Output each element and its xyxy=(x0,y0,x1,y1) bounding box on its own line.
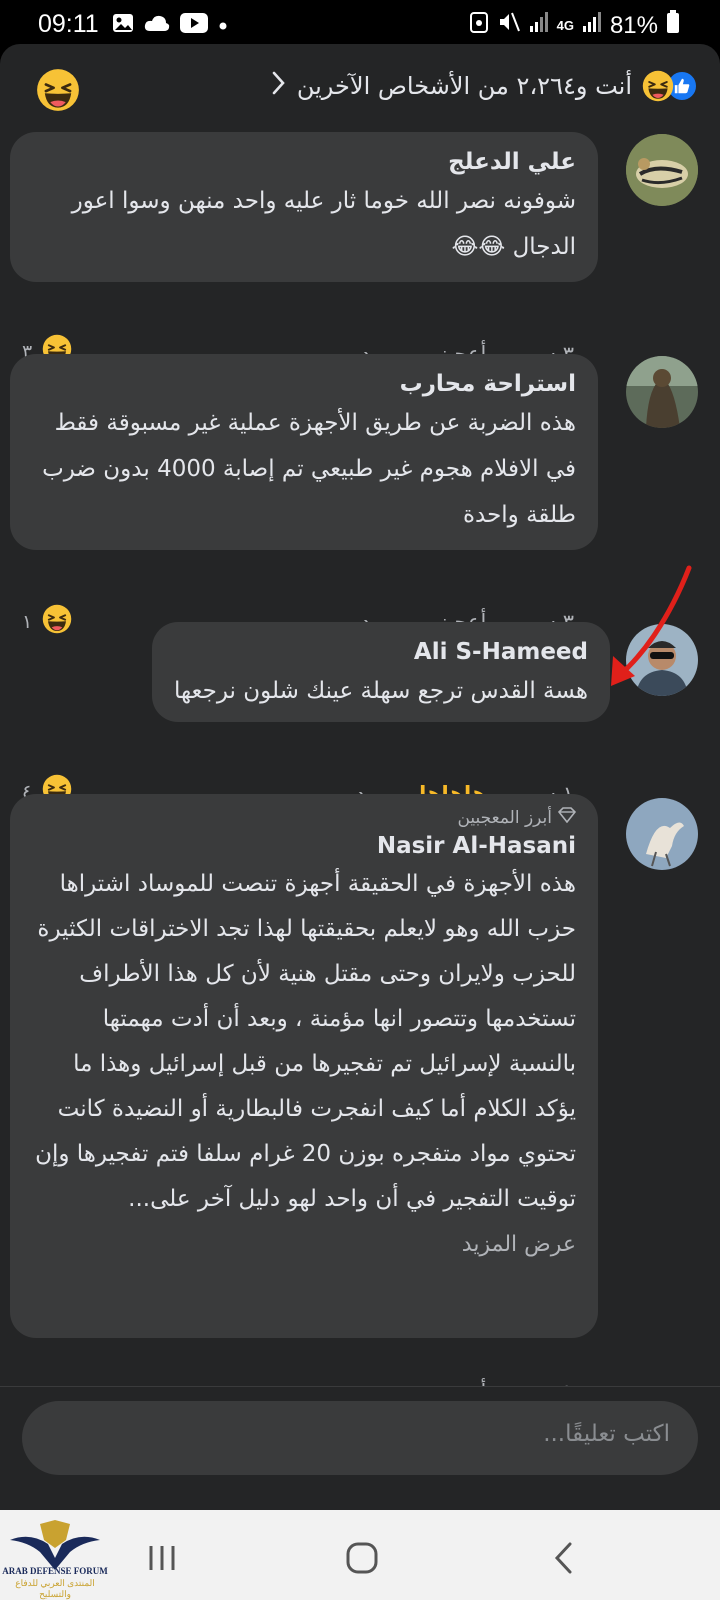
battery-icon xyxy=(666,10,680,41)
youtube-icon xyxy=(180,13,208,37)
comment-text: شوفونه نصر الله خوما ثار عليه واحد منهن … xyxy=(71,188,576,260)
comment-bubble[interactable]: Ali S-Hameed هسة القدس ترجع سهلة عينك شل… xyxy=(151,622,610,722)
reactions-summary-text: أنت و٢،٢٦٤ من الأشخاص الآخرين xyxy=(296,72,632,100)
signal-icon-2 xyxy=(582,11,602,40)
comment-text: هذه الأجهزة في الحقيقة أجهزة تنصت للموسا… xyxy=(35,871,576,1212)
see-more-link[interactable]: عرض المزيد xyxy=(32,1222,576,1268)
comment-author[interactable]: Nasir Al-Hasani xyxy=(32,830,576,862)
signal-icon xyxy=(529,11,549,40)
diamond-icon xyxy=(557,806,577,830)
red-arrow-annotation xyxy=(611,565,692,686)
cloud-icon xyxy=(144,13,170,37)
avatar[interactable] xyxy=(626,134,698,206)
haha-emoji-icon xyxy=(42,604,72,639)
system-nav-bar: DA ARAB DEFENSE FORUM المنتدى العربي للد… xyxy=(0,1510,720,1600)
watermark-mark: DA xyxy=(48,1554,62,1564)
comment-bubble[interactable]: علي الدعلج شوفونه نصر الله خوما ثار عليه… xyxy=(10,132,598,282)
avatar[interactable] xyxy=(626,356,698,428)
home-icon[interactable] xyxy=(332,1528,392,1588)
comment-bubble[interactable]: أبرز المعجبين Nasir Al-Hasani هذه الأجهز… xyxy=(10,794,598,1338)
alarm-icon xyxy=(469,10,489,41)
comment-author[interactable]: استراحة محارب xyxy=(32,368,576,400)
comment-composer-bar: اكتب تعليقًا... xyxy=(0,1386,720,1510)
watermark-subtitle: المنتدى العربي للدفاع والتسليح xyxy=(15,1578,95,1599)
status-notification-icons xyxy=(112,12,228,38)
chevron-right-icon xyxy=(271,70,287,102)
status-system-icons: 4G 81% xyxy=(469,10,680,41)
comment-author[interactable]: Ali S-Hameed xyxy=(174,636,588,668)
back-icon[interactable] xyxy=(534,1528,594,1588)
battery-percent: 81% xyxy=(609,11,658,39)
comment-text: هذه الضربة عن طريق الأجهزة عملية غير مسب… xyxy=(42,410,576,528)
reaction-icons xyxy=(642,70,698,102)
image-icon xyxy=(112,12,134,38)
top-fan-badge: أبرز المعجبين xyxy=(32,806,577,830)
reactions-header[interactable]: أنت و٢،٢٦٤ من الأشخاص الآخرين xyxy=(0,66,720,112)
haha-emoji-icon xyxy=(642,70,674,102)
mute-icon xyxy=(497,10,521,41)
watermark-logo: DA ARAB DEFENSE FORUM المنتدى العربي للد… xyxy=(0,1518,110,1600)
top-fan-label: أبرز المعجبين xyxy=(457,808,552,828)
recents-icon[interactable] xyxy=(132,1528,192,1588)
comment-author[interactable]: علي الدعلج xyxy=(32,146,576,178)
comment-text: هسة القدس ترجع سهلة عينك شلون نرجعها xyxy=(173,678,588,704)
reaction-count-value: ١ xyxy=(22,610,33,633)
reactions-summary[interactable]: أنت و٢،٢٦٤ من الأشخاص الآخرين xyxy=(271,70,698,102)
comments-sheet: أنت و٢،٢٦٤ من الأشخاص الآخرين علي الدعلج… xyxy=(0,44,720,1510)
reaction-count[interactable]: ١ xyxy=(22,604,72,639)
avatar[interactable] xyxy=(626,798,698,870)
status-bar: 09:11 4G 81% xyxy=(0,0,720,50)
network-type: 4G xyxy=(556,18,574,33)
comment-bubble[interactable]: استراحة محارب هذه الضربة عن طريق الأجهزة… xyxy=(10,354,598,550)
haha-emoji-icon[interactable] xyxy=(36,68,80,112)
dot-icon xyxy=(218,16,228,35)
comment-input[interactable]: اكتب تعليقًا... xyxy=(22,1401,698,1475)
watermark-title: ARAB DEFENSE FORUM xyxy=(2,1566,108,1576)
status-time: 09:11 xyxy=(38,10,99,38)
